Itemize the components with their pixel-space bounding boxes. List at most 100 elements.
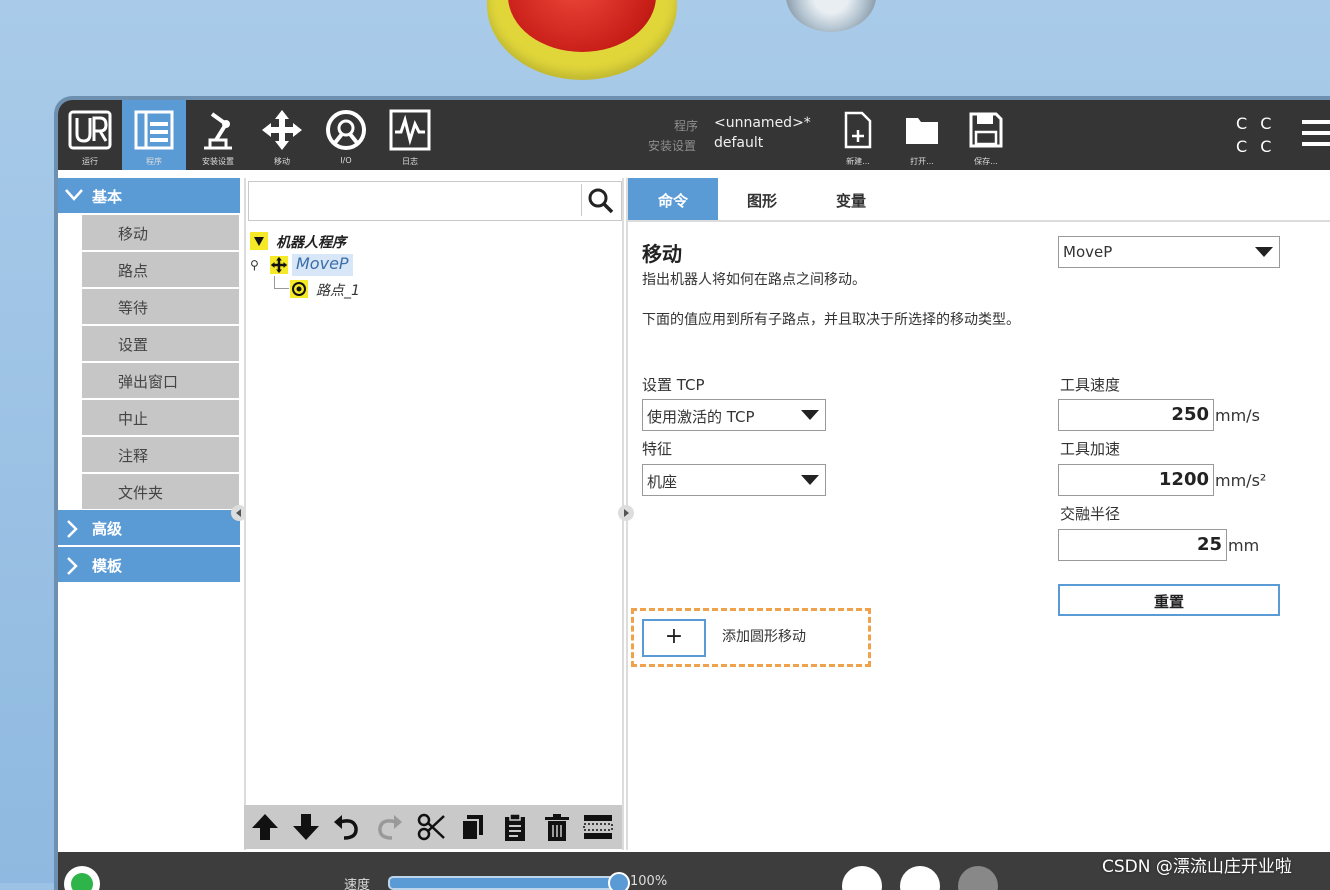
run-tab-label: 运行 xyxy=(82,157,98,166)
feature-value: 机座 xyxy=(647,473,678,491)
step-button[interactable] xyxy=(900,866,940,890)
sidebar-item-popup[interactable]: 弹出窗口 xyxy=(82,363,239,398)
tcp-select[interactable]: 使用激活的 TCP xyxy=(642,399,826,431)
add-circle-move-highlight: + 添加圆形移动 xyxy=(631,608,871,667)
chevron-down-icon xyxy=(1255,247,1273,257)
tab-bar: 命令 图形 变量 xyxy=(628,178,1330,222)
play-button[interactable] xyxy=(842,866,882,890)
open-file-button[interactable]: 打开... xyxy=(894,100,950,170)
sidebar-item-label: 注释 xyxy=(118,447,149,465)
tab-command-label: 命令 xyxy=(657,192,688,210)
new-file-label: 新建... xyxy=(846,157,870,166)
tool-speed-value: 250 xyxy=(1171,404,1209,425)
io-icon xyxy=(326,110,366,150)
sidebar-item-label: 设置 xyxy=(118,336,149,354)
installation-tab[interactable]: 安装设置 xyxy=(186,100,250,170)
stop-button[interactable] xyxy=(958,866,998,890)
move-down-icon[interactable] xyxy=(291,812,321,842)
delete-icon[interactable] xyxy=(542,812,572,842)
move-type-select[interactable]: MoveP xyxy=(1058,236,1280,268)
chevron-right-icon xyxy=(67,520,78,538)
chevron-down-icon xyxy=(65,189,83,201)
category-advanced[interactable]: 高级 xyxy=(58,510,240,545)
robot-arm-icon xyxy=(204,112,232,150)
tab-variables-label: 变量 xyxy=(835,192,866,210)
tree-toolbar xyxy=(244,805,622,849)
tool-accel-input[interactable]: 1200 xyxy=(1058,464,1214,496)
new-file-button[interactable]: 新建... xyxy=(830,100,886,170)
reset-button[interactable]: 重置 xyxy=(1058,584,1280,616)
control-mode-indicator[interactable]: C C C C xyxy=(1236,114,1275,156)
installation-key: 安装设置 xyxy=(648,139,697,153)
cut-icon[interactable] xyxy=(416,812,446,842)
sidebar-item-label: 弹出窗口 xyxy=(118,373,179,391)
tab-graphics[interactable]: 图形 xyxy=(718,178,806,220)
sidebar-item-waypoint[interactable]: 路点 xyxy=(82,252,239,287)
node-detail-panel: 命令 图形 变量 移动 MoveP 指出机器人将如何在路点之间移动。 下面的值应… xyxy=(626,178,1330,850)
sidebar-item-set[interactable]: 设置 xyxy=(82,326,239,361)
sidebar-item-wait[interactable]: 等待 xyxy=(82,289,239,324)
log-tab-label: 日志 xyxy=(402,157,418,166)
installation-name: default xyxy=(714,135,764,151)
top-bar: 运行 程序 安装设置 移动 I/O 日志 程序 <unnamed>* 安装设置 … xyxy=(58,100,1330,170)
save-file-button[interactable]: 保存... xyxy=(958,100,1014,170)
tool-accel-label: 工具加速 xyxy=(1060,440,1121,458)
tree-node-root[interactable]: 机器人程序 xyxy=(248,230,618,254)
sidebar-item-label: 路点 xyxy=(118,262,149,280)
category-templates-label: 模板 xyxy=(92,557,123,575)
feature-select[interactable]: 机座 xyxy=(642,464,826,496)
tool-accel-unit: mm/s² xyxy=(1215,471,1267,490)
pin-icon: ⚲ xyxy=(250,258,259,272)
page-title: 移动 xyxy=(642,242,682,266)
tree-search-input[interactable] xyxy=(248,181,622,221)
move-tab[interactable]: 移动 xyxy=(250,100,314,170)
move-type-value: MoveP xyxy=(1063,243,1113,261)
sidebar-item-label: 移动 xyxy=(118,225,149,243)
tree-node-movep[interactable]: ⚲ MoveP xyxy=(248,254,618,278)
folder-icon xyxy=(906,118,938,144)
io-tab-label: I/O xyxy=(340,156,352,165)
tree-node-waypoint[interactable]: 路点_1 xyxy=(248,276,618,302)
panel-collapse-handle[interactable] xyxy=(618,505,634,521)
program-tab[interactable]: 程序 xyxy=(122,100,186,170)
suppress-icon[interactable] xyxy=(582,812,614,842)
redo-icon[interactable] xyxy=(374,812,404,842)
move-up-icon[interactable] xyxy=(250,812,280,842)
tree-root-label: 机器人程序 xyxy=(276,235,346,251)
tool-speed-input[interactable]: 250 xyxy=(1058,399,1214,431)
blend-radius-input[interactable]: 25 xyxy=(1058,529,1227,561)
tcp-value: 使用激活的 TCP xyxy=(647,408,755,426)
copy-icon[interactable] xyxy=(458,812,488,842)
description-line-1: 指出机器人将如何在路点之间移动。 xyxy=(642,272,866,288)
tab-variables[interactable]: 变量 xyxy=(806,178,896,220)
sidebar-item-comment[interactable]: 注释 xyxy=(82,437,239,472)
tab-command[interactable]: 命令 xyxy=(628,178,718,220)
undo-icon[interactable] xyxy=(332,812,362,842)
search-icon[interactable] xyxy=(587,187,615,215)
sidebar-item-label: 中止 xyxy=(118,410,149,428)
cc-top: C C xyxy=(1236,114,1276,133)
io-tab[interactable]: I/O xyxy=(314,100,378,170)
power-status-icon[interactable] xyxy=(64,866,100,890)
category-templates[interactable]: 模板 xyxy=(58,547,240,582)
sidebar-item-move[interactable]: 移动 xyxy=(82,215,239,250)
add-circle-move-label: 添加圆形移动 xyxy=(722,629,806,645)
save-file-label: 保存... xyxy=(974,157,998,166)
program-tab-label: 程序 xyxy=(146,157,162,166)
category-basic[interactable]: 基本 xyxy=(58,178,240,213)
run-tab[interactable]: 运行 xyxy=(58,100,122,170)
paste-icon[interactable] xyxy=(500,812,530,842)
tab-graphics-label: 图形 xyxy=(746,192,777,210)
waypoint-icon xyxy=(290,280,308,298)
sidebar-item-halt[interactable]: 中止 xyxy=(82,400,239,435)
add-circle-move-button[interactable]: + xyxy=(642,619,706,657)
sidebar-item-folder[interactable]: 文件夹 xyxy=(82,474,239,509)
log-tab[interactable]: 日志 xyxy=(378,100,442,170)
hamburger-menu-icon[interactable] xyxy=(1302,120,1330,146)
speed-slider[interactable] xyxy=(388,876,624,890)
speed-slider-handle[interactable] xyxy=(608,872,630,890)
blend-radius-unit: mm xyxy=(1228,536,1260,555)
sidebar-item-label: 等待 xyxy=(118,299,149,317)
tool-accel-value: 1200 xyxy=(1158,469,1209,490)
ur-logo-icon xyxy=(68,110,112,150)
